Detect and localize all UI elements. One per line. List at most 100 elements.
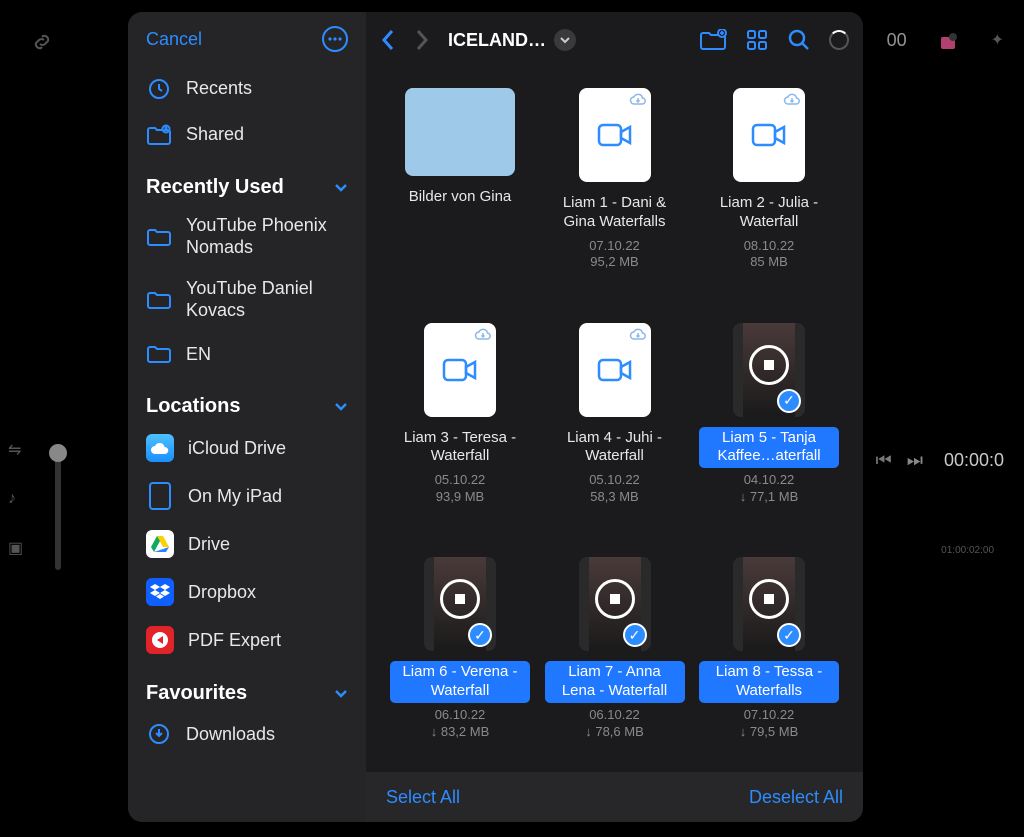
ellipsis-icon	[328, 37, 342, 41]
grid-view-button[interactable]	[745, 28, 769, 52]
folder-title-dropdown[interactable]: ICELAND…	[448, 29, 576, 51]
file-item[interactable]: ✓Liam 8 - Tessa - Waterfalls07.10.22↓ 79…	[699, 557, 839, 762]
section-title: Favourites	[146, 682, 247, 705]
folder-icon	[146, 224, 172, 250]
sidebar-item-folder[interactable]: YouTube Daniel Kovacs	[128, 268, 366, 331]
file-size: 95,2 MB	[589, 254, 640, 271]
picker-topbar: ICELAND…	[366, 12, 863, 68]
file-meta: 07.10.22↓ 79,5 MB	[740, 707, 799, 741]
selected-check-icon: ✓	[468, 623, 492, 647]
file-date: 05.10.22	[435, 472, 486, 489]
sidebar-item-label: YouTube Daniel Kovacs	[186, 278, 348, 321]
sidebar-item-shared[interactable]: Shared	[128, 112, 366, 158]
cloud-download-icon	[783, 92, 801, 106]
sidebar-item-label: On My iPad	[188, 486, 348, 508]
section-recently-used[interactable]: Recently Used	[128, 158, 366, 205]
selected-check-icon: ✓	[777, 389, 801, 413]
loading-spinner-icon	[829, 30, 849, 50]
sidebar-item-label: Recents	[186, 78, 348, 100]
chevron-down-icon	[554, 29, 576, 51]
file-size: ↓ 79,5 MB	[740, 724, 799, 741]
file-meta: 04.10.22↓ 77,1 MB	[740, 472, 799, 506]
sidebar-item-label: YouTube Phoenix Nomads	[186, 215, 348, 258]
googledrive-icon	[146, 530, 174, 558]
file-item[interactable]: Liam 3 - Teresa - Waterfall 05.10.2293,9 …	[390, 323, 530, 528]
sidebar-item-folder[interactable]: YouTube Phoenix Nomads	[128, 205, 366, 268]
file-item[interactable]: ✓Liam 6 - Verena - Waterfall06.10.22↓ 83…	[390, 557, 530, 762]
file-item[interactable]: Liam 4 - Juhi - Waterfall05.10.2258,3 MB	[545, 323, 685, 528]
chevron-down-icon	[334, 689, 348, 699]
bg-slider	[55, 450, 61, 570]
file-size: ↓ 78,6 MB	[585, 724, 644, 741]
file-item[interactable]: Liam 1 - Dani & Gina Waterfalls 07.10.229…	[545, 88, 685, 293]
file-name: Liam 7 - Anna Lena - Waterfall	[545, 661, 685, 703]
picker-main: ICELAND… Bilder von GinaLiam 1 - Dani & …	[366, 12, 863, 822]
section-title: Locations	[146, 395, 240, 418]
video-thumb: ✓	[424, 557, 496, 651]
sidebar-item-folder[interactable]: EN	[128, 331, 366, 377]
dropbox-icon	[146, 578, 174, 606]
deselect-all-button[interactable]: Deselect All	[749, 787, 843, 808]
select-all-button[interactable]: Select All	[386, 787, 460, 808]
pdfexpert-icon	[146, 626, 174, 654]
file-date: 06.10.22	[431, 707, 490, 724]
new-folder-button[interactable]	[699, 29, 727, 51]
file-size: 93,9 MB	[435, 489, 486, 506]
file-item[interactable]: Liam 2 - Julia - Waterfall 08.10.2285 MB	[699, 88, 839, 293]
bg-top-right-cluster: 00 ✦	[887, 30, 1004, 54]
file-name: Liam 2 - Julia - Waterfall	[699, 192, 839, 234]
sidebar-item-on-my-ipad[interactable]: On My iPad	[128, 472, 366, 520]
file-size: 58,3 MB	[589, 489, 640, 506]
icloud-icon	[146, 434, 174, 462]
bg-link-icon	[30, 30, 54, 54]
picker-bottombar: Select All Deselect All	[366, 772, 863, 822]
file-date: 04.10.22	[740, 472, 799, 489]
video-thumb-icon	[733, 88, 805, 182]
sidebar-item-label: iCloud Drive	[188, 438, 348, 460]
sidebar-item-label: Drive	[188, 534, 348, 556]
folder-icon	[146, 287, 172, 313]
file-item[interactable]: ✓Liam 7 - Anna Lena - Waterfall06.10.22↓…	[545, 557, 685, 762]
video-thumb: ✓	[733, 557, 805, 651]
shared-folder-icon	[146, 122, 172, 148]
file-grid[interactable]: Bilder von GinaLiam 1 - Dani & Gina Wate…	[366, 68, 863, 822]
nav-forward-button[interactable]	[414, 28, 430, 52]
file-item[interactable]: Bilder von Gina	[390, 88, 530, 293]
sidebar-item-icloud[interactable]: iCloud Drive	[128, 424, 366, 472]
search-button[interactable]	[787, 28, 811, 52]
file-meta: 07.10.2295,2 MB	[589, 238, 640, 272]
more-options-button[interactable]	[322, 26, 348, 52]
video-thumb-icon	[579, 323, 651, 417]
section-locations[interactable]: Locations	[128, 377, 366, 424]
sidebar-item-googledrive[interactable]: Drive	[128, 520, 366, 568]
file-date: 08.10.22	[744, 238, 795, 255]
nav-back-button[interactable]	[380, 28, 396, 52]
file-picker: Cancel Recents Shared Recently Used	[128, 12, 863, 822]
sidebar-item-dropbox[interactable]: Dropbox	[128, 568, 366, 616]
file-name: Liam 1 - Dani & Gina Waterfalls	[545, 192, 685, 234]
file-size: ↓ 77,1 MB	[740, 489, 799, 506]
cloud-download-icon	[629, 327, 647, 341]
sidebar-item-pdfexpert[interactable]: PDF Expert	[128, 616, 366, 664]
selected-check-icon: ✓	[623, 623, 647, 647]
folder-icon	[146, 341, 172, 367]
section-favourites[interactable]: Favourites	[128, 664, 366, 711]
sidebar-item-label: Downloads	[186, 724, 348, 746]
section-title: Recently Used	[146, 176, 284, 199]
file-item[interactable]: ✓Liam 5 - Tanja Kaffee…aterfall04.10.22↓…	[699, 323, 839, 528]
file-meta: 08.10.2285 MB	[744, 238, 795, 272]
chevron-down-icon	[334, 183, 348, 193]
file-size: 85 MB	[744, 254, 795, 271]
cancel-button[interactable]: Cancel	[146, 29, 202, 50]
sidebar-item-label: Dropbox	[188, 582, 348, 604]
file-name: Liam 3 - Teresa - Waterfall	[390, 427, 530, 469]
sidebar-item-recents[interactable]: Recents	[128, 66, 366, 112]
picker-sidebar: Cancel Recents Shared Recently Used	[128, 12, 366, 822]
sidebar-item-downloads[interactable]: Downloads	[128, 711, 366, 757]
cloud-download-icon	[629, 92, 647, 106]
folder-thumb-icon	[405, 88, 515, 176]
chevron-down-icon	[334, 402, 348, 412]
file-meta: 05.10.2258,3 MB	[589, 472, 640, 506]
file-size: ↓ 83,2 MB	[431, 724, 490, 741]
bg-timeline-mark: 01:00:02:00	[941, 545, 994, 556]
